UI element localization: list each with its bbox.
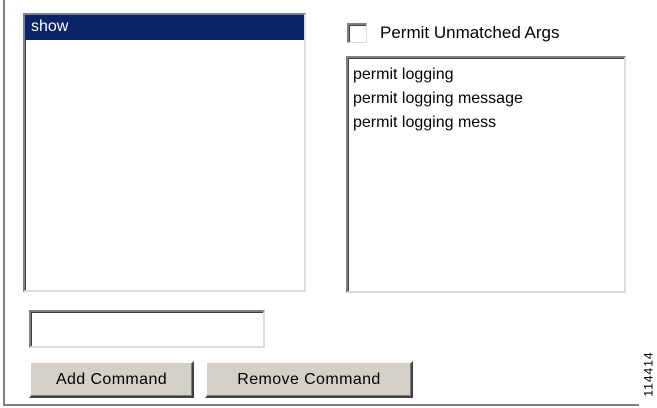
figure-id-text: 114414	[642, 351, 656, 397]
command-list-item-show[interactable]: show	[25, 15, 304, 40]
permit-unmatched-label[interactable]: Permit Unmatched Args	[380, 23, 560, 43]
argument-list-item[interactable]: permit logging	[348, 63, 624, 87]
permit-unmatched-checkbox[interactable]	[347, 23, 367, 43]
argument-list-item[interactable]: permit logging mess	[348, 111, 624, 135]
command-listbox[interactable]: show	[23, 13, 306, 292]
figure-id-label: 114414	[641, 340, 657, 408]
argument-list-item[interactable]: permit logging message	[348, 87, 624, 111]
add-command-button[interactable]: Add Command	[29, 361, 194, 398]
command-text-input[interactable]	[29, 310, 265, 348]
arguments-listbox[interactable]: permit logging permit logging message pe…	[346, 56, 626, 293]
permit-unmatched-row: Permit Unmatched Args	[347, 21, 560, 45]
remove-command-button[interactable]: Remove Command	[205, 361, 413, 398]
